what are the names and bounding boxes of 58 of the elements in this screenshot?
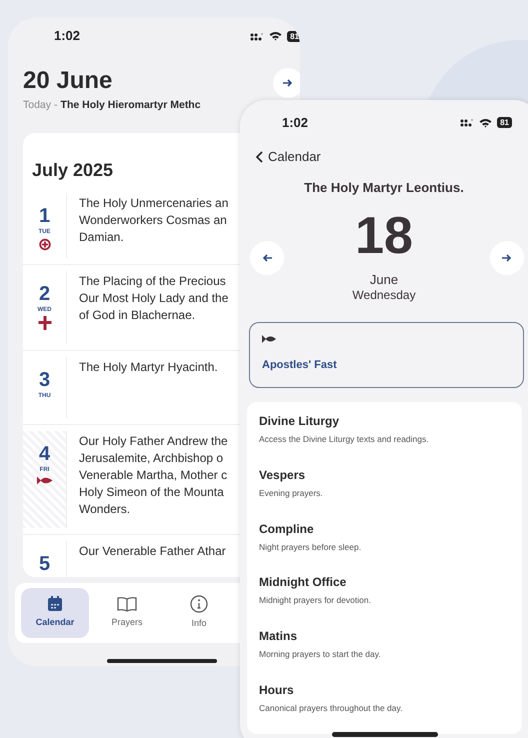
service-description: Access the Divine Liturgy texts and readings. [259, 433, 430, 446]
service-description: Morning prayers to start the day. [259, 648, 382, 661]
saint-entry[interactable]: The Holy Unmercenaries an Wonderworkers Cosmas an Damian. [67, 187, 228, 264]
service-description: Night prayers before sleep. [259, 540, 362, 554]
month-label: June [370, 272, 398, 286]
right-arrow-icon [283, 79, 293, 87]
saint-entry[interactable]: Our Holy Father Andrew the Jerusalemite, Archbishop o Venerable Martha, Mother c Holy Simeon of the Mounta Wonders. [67, 425, 228, 534]
service-description: Canonical prayers throughout the day. [259, 702, 404, 714]
day-number: 5 [38, 553, 50, 575]
day-number: 4 [38, 443, 50, 465]
service-title[interactable]: Vespers [259, 466, 510, 484]
calendar-icon [47, 596, 63, 612]
signal-icon [250, 32, 264, 40]
day-number: 3 [38, 369, 50, 391]
service-description: Evening prayers. [259, 486, 324, 500]
next-day-button[interactable] [273, 68, 300, 98]
wifi-icon [269, 31, 282, 41]
wifi-icon [479, 118, 492, 128]
saint-entry[interactable]: Our Venerable Father Athar [67, 535, 226, 577]
month-heading: July 2025 [32, 159, 114, 182]
tab[interactable]: Prayers [93, 588, 161, 638]
right-arrow-icon [502, 254, 512, 262]
saint-name: The Holy Hieromartyr Methc [60, 98, 201, 113]
info-icon [190, 595, 208, 614]
ornament-icon [38, 238, 50, 251]
saint-entry[interactable]: The Holy Martyr Hyacinth. [67, 351, 218, 424]
book-icon [117, 596, 137, 612]
fish-icon [36, 476, 52, 485]
weekday-label: Wednesday [352, 286, 416, 302]
next-day-button[interactable] [490, 241, 524, 275]
back-link[interactable]: Calendar [256, 147, 321, 166]
battery-indicator: 81 [497, 117, 512, 128]
status-time: 1:02 [282, 114, 308, 132]
separator-text: - [54, 98, 58, 113]
service-title[interactable]: Hours [259, 680, 510, 699]
tab[interactable]: Calendar [21, 588, 89, 638]
day-number: 18 [355, 208, 413, 264]
today-label: Today [23, 98, 52, 113]
battery-indicator: 81 [287, 30, 300, 42]
cross-icon [38, 316, 52, 330]
tab[interactable]: Info [165, 588, 233, 638]
previous-day-button[interactable] [250, 241, 284, 275]
date-heading: 20 June [23, 66, 112, 96]
signal-icon [460, 118, 474, 128]
saint-entry[interactable]: The Placing of the Precious Our Most Holy Lady and the of God in Blachernae. [67, 265, 228, 350]
service-title[interactable]: Compline [259, 520, 510, 538]
service-title[interactable]: Divine Liturgy [259, 412, 510, 430]
fish-icon [262, 335, 276, 343]
service-description: Midnight prayers for devotion. [259, 594, 372, 607]
service-title[interactable]: Matins [259, 627, 510, 645]
status-time: 1:02 [54, 27, 80, 46]
left-arrow-icon [262, 254, 272, 262]
day-number: 2 [38, 283, 50, 305]
chevron-left-icon [256, 150, 263, 163]
service-title[interactable]: Midnight Office [259, 573, 510, 592]
saint-title: The Holy Martyr Leontius. [304, 179, 464, 197]
fast-label: Apostles' Fast [262, 358, 338, 373]
day-number: 1 [38, 205, 50, 227]
